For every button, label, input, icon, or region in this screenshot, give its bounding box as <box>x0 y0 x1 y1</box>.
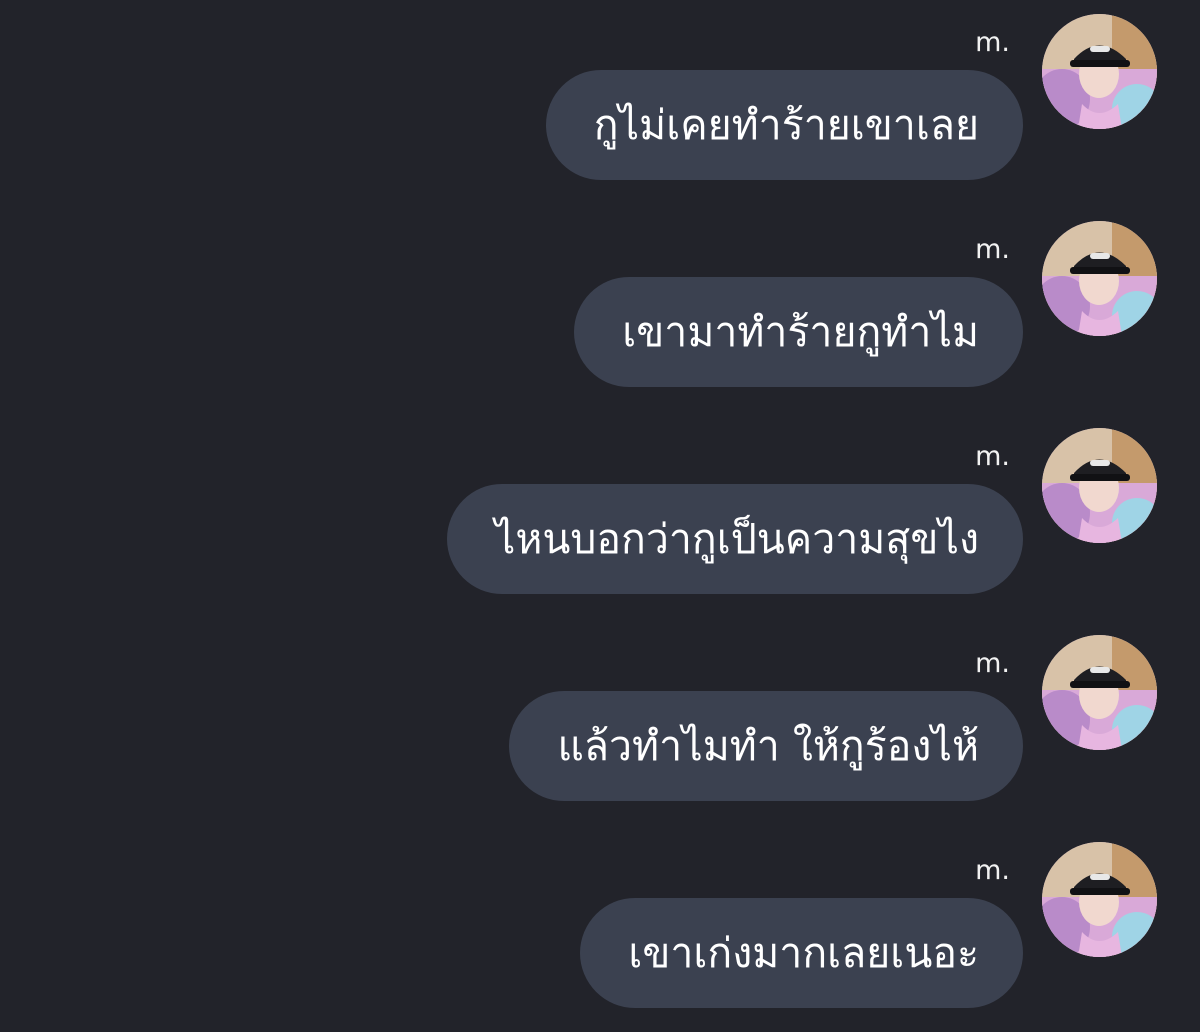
message-row: m. กูไม่เคยทำร้ายเขาเลย <box>0 14 1200 204</box>
user-avatar-icon[interactable] <box>1042 842 1157 957</box>
message-bubble[interactable]: ไหนบอกว่ากูเป็นความสุขไง <box>446 484 1023 594</box>
message-row: m. ไหนบอกว่ากูเป็นความสุขไง <box>0 428 1200 618</box>
sender-name: m. <box>975 27 1010 58</box>
message-bubble[interactable]: เขาเก่งมากเลยเนอะ <box>580 898 1023 1008</box>
user-avatar-icon[interactable] <box>1042 221 1157 336</box>
message-row: m. แล้วทำไมทำ ให้กูร้องไห้ <box>0 635 1200 825</box>
user-avatar-icon[interactable] <box>1042 635 1157 750</box>
sender-name: m. <box>975 855 1010 886</box>
user-avatar-icon[interactable] <box>1042 14 1157 129</box>
message-bubble[interactable]: แล้วทำไมทำ ให้กูร้องไห้ <box>509 691 1023 801</box>
chat-thread: m. กูไม่เคยทำร้ายเขาเลย m. เขามาทำร้ายกู… <box>0 0 1200 1030</box>
user-avatar-icon[interactable] <box>1042 428 1157 543</box>
sender-name: m. <box>975 441 1010 472</box>
message-bubble[interactable]: เขามาทำร้ายกูทำไม <box>574 277 1023 387</box>
message-row: m. เขามาทำร้ายกูทำไม <box>0 221 1200 411</box>
message-bubble[interactable]: กูไม่เคยทำร้ายเขาเลย <box>545 70 1023 180</box>
sender-name: m. <box>975 234 1010 265</box>
message-row: m. เขาเก่งมากเลยเนอะ <box>0 842 1200 1032</box>
sender-name: m. <box>975 648 1010 679</box>
